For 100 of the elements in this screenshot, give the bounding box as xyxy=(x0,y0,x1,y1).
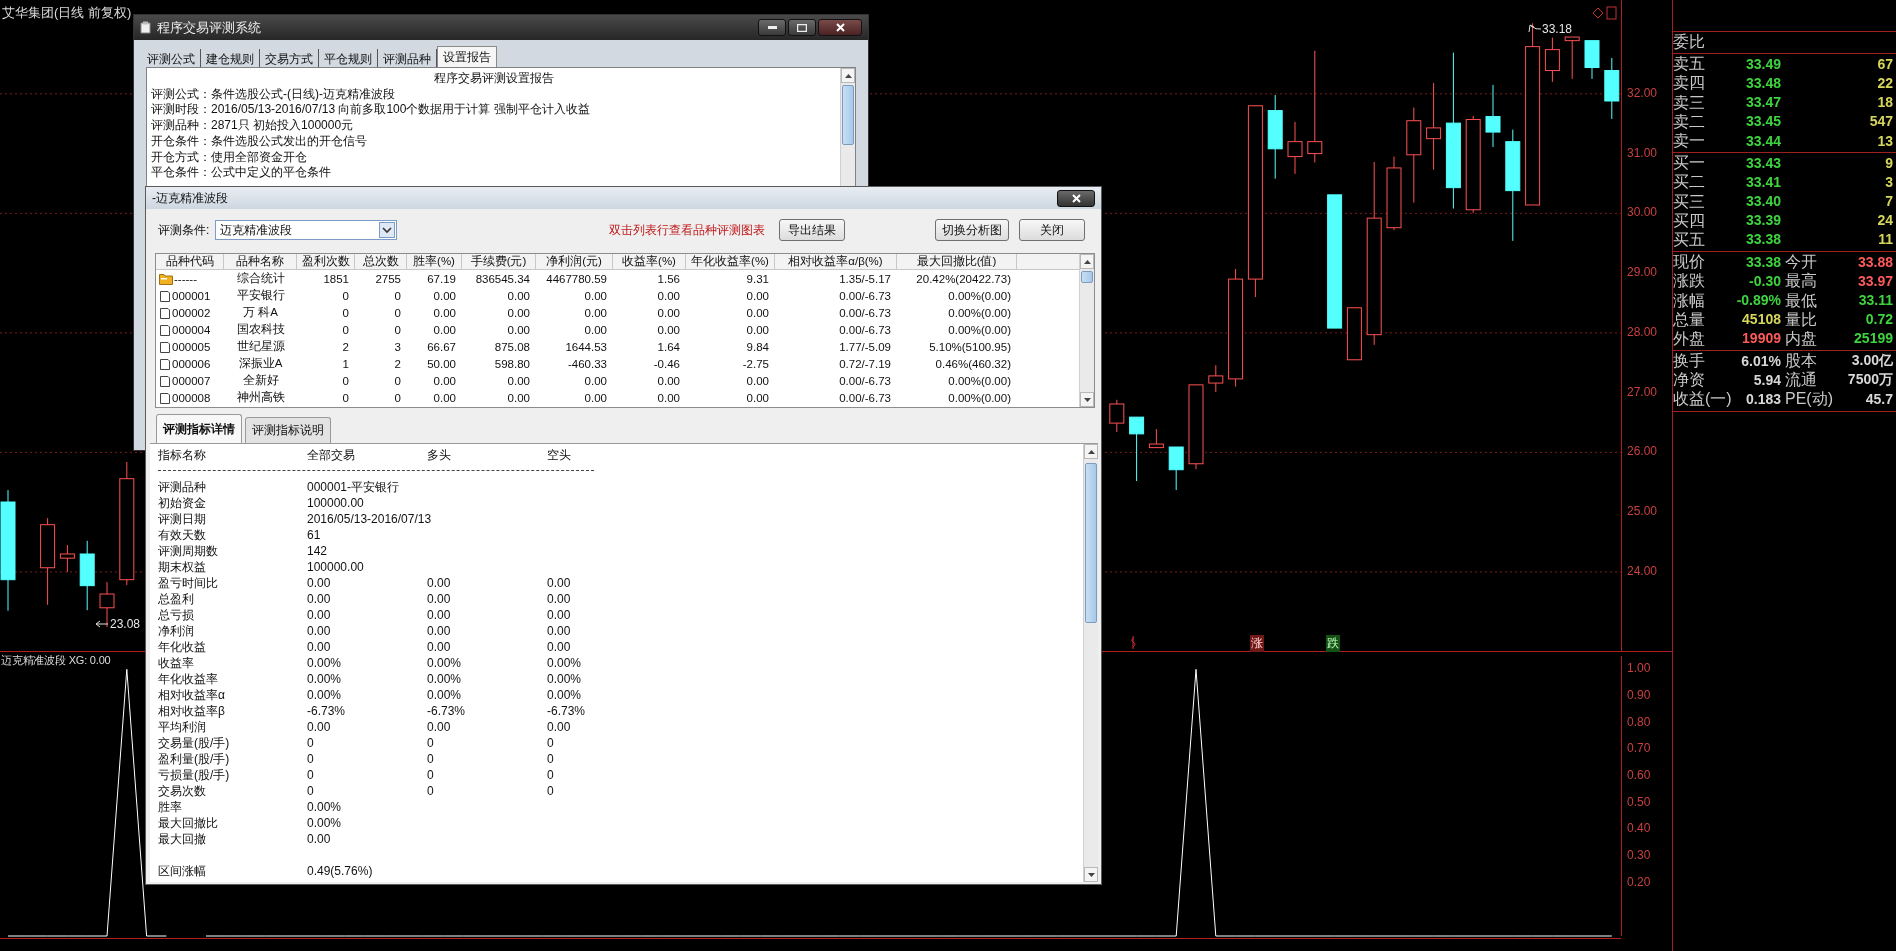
metric-value: 0 xyxy=(427,735,435,751)
scroll-up-button[interactable] xyxy=(1084,444,1098,459)
indicator-axis-label: 0.20 xyxy=(1627,874,1651,889)
dialog-button[interactable]: 关闭 xyxy=(1019,219,1085,241)
order-price: 33.43 xyxy=(1744,154,1781,171)
table-cell-text: 0.00 xyxy=(506,289,531,302)
order-level-label: 卖一 xyxy=(1673,131,1706,151)
tab[interactable]: 评测指标详情 xyxy=(156,414,242,443)
metric-name: 交易次数 xyxy=(158,783,207,799)
price-axis-label: 25.00 xyxy=(1627,504,1658,519)
scroll-down-button[interactable] xyxy=(1084,867,1098,882)
metric-value: 0 xyxy=(547,767,555,783)
metric-value: 0 xyxy=(427,783,435,799)
scrollbar[interactable] xyxy=(1083,444,1098,882)
price-axis-label: 29.00 xyxy=(1627,265,1658,280)
table-cell-text: 全新好 xyxy=(241,373,280,388)
close-icon xyxy=(835,23,845,32)
quote-value: 0.72 xyxy=(1864,311,1893,328)
table-cell-text: 67.19 xyxy=(426,272,457,285)
quote-label: 流通 xyxy=(1784,370,1818,390)
order-volume: 3 xyxy=(1884,173,1893,190)
table-cell-text: 1.77/-5.09 xyxy=(838,340,892,353)
scroll-down-button[interactable] xyxy=(1080,392,1094,407)
close-button[interactable] xyxy=(1057,189,1095,207)
scroll-thumb[interactable] xyxy=(1081,271,1093,283)
scroll-up-button[interactable] xyxy=(841,68,855,83)
quote-value: 33.38 xyxy=(1744,253,1781,270)
column-header[interactable]: 最大回撤比(值) xyxy=(897,254,1017,269)
condition-dropdown[interactable]: 迈克精准波段 xyxy=(215,220,398,240)
minimize-icon xyxy=(767,26,777,29)
minimize-button[interactable] xyxy=(758,19,786,36)
price-axis-label: 32.00 xyxy=(1627,85,1658,100)
quote-value: -0.30 xyxy=(1748,272,1781,289)
quote-value: 7500万 xyxy=(1846,370,1893,389)
order-price: 33.41 xyxy=(1744,173,1781,190)
metric-value: -6.73% xyxy=(307,703,347,719)
column-header[interactable]: 品种名称 xyxy=(224,254,297,269)
window-title: 程序交易评测系统 xyxy=(157,18,261,37)
column-header[interactable]: 净利润(元) xyxy=(536,254,613,269)
maximize-button[interactable] xyxy=(788,19,816,36)
order-level-label: 卖二 xyxy=(1673,111,1706,131)
candle xyxy=(59,544,75,573)
column-header[interactable]: 收益率(%) xyxy=(613,254,686,269)
quote-label: 最高 xyxy=(1784,271,1818,291)
up-arrow-icon xyxy=(1083,259,1091,264)
table-cell-text: 0 xyxy=(393,323,402,336)
table-cell-text: 0.00 xyxy=(745,289,770,302)
diamond-icon[interactable] xyxy=(1592,7,1604,19)
table-cell-text: 综合统计 xyxy=(235,271,286,286)
table-cell-text: 66.67 xyxy=(426,340,457,353)
column-header[interactable]: 相对收益率α/β(%) xyxy=(775,254,897,269)
table-cell-text: 0.00 xyxy=(745,306,770,319)
table-cell-text: 20.42%(20422.73) xyxy=(915,272,1012,285)
column-header[interactable]: 品种代码 xyxy=(156,254,224,269)
column-header: 指标名称 xyxy=(158,447,207,463)
table-cell-text: 1 xyxy=(341,357,350,370)
tab[interactable]: 评测指标说明 xyxy=(245,417,331,443)
scroll-thumb[interactable] xyxy=(842,85,854,145)
close-button[interactable] xyxy=(818,19,862,36)
column-header[interactable]: 总次数 xyxy=(355,254,407,269)
table-cell-text: 1851 xyxy=(322,272,350,285)
quote-label: 今开 xyxy=(1784,252,1818,272)
column-header[interactable]: 盈利次数 xyxy=(297,254,355,269)
report-title: 程序交易评测设置报告 xyxy=(433,71,554,87)
metric-value: -6.73% xyxy=(427,703,467,719)
metric-name: 净利润 xyxy=(158,623,195,639)
table-cell-text: 0 xyxy=(393,306,402,319)
column-header[interactable]: 胜率(%) xyxy=(407,254,462,269)
dialog-button[interactable]: 切换分析图 xyxy=(935,219,1009,241)
scroll-thumb[interactable] xyxy=(1085,463,1097,623)
indicator-title: 迈克精准波段 XG: 0.00 xyxy=(1,653,111,668)
column-header[interactable]: 手续费(元) xyxy=(462,254,536,269)
metric-value: 0.00% xyxy=(307,655,343,671)
metric-value: 0.00% xyxy=(307,671,343,687)
table-cell-text: 0.00%(0.00) xyxy=(947,374,1012,387)
table-cell-text: 9.31 xyxy=(745,272,770,285)
price-axis-label: 24.00 xyxy=(1627,563,1658,578)
metric-name: 年化收益率 xyxy=(158,671,219,687)
metric-value: 0 xyxy=(547,735,555,751)
table-cell-text: 万 科A xyxy=(242,305,279,320)
order-price: 33.48 xyxy=(1744,74,1781,91)
indicator-axis-label: 0.70 xyxy=(1627,741,1651,756)
order-level-label: 买二 xyxy=(1673,172,1706,192)
table-cell-text: 0.00 xyxy=(432,391,457,404)
dialog-button[interactable]: 导出结果 xyxy=(779,219,845,241)
tab[interactable]: 设置报告 xyxy=(437,46,497,67)
table-cell-text: 2755 xyxy=(374,272,402,285)
metric-name: 初始资金 xyxy=(158,495,207,511)
field-label: 评测条件: xyxy=(158,221,210,239)
candle xyxy=(1109,399,1125,433)
scroll-up-button[interactable] xyxy=(1080,254,1094,269)
scrollbar[interactable] xyxy=(1079,254,1094,407)
table-cell-text: 3 xyxy=(393,340,402,353)
table-cell-text: 0.00 xyxy=(745,374,770,387)
table-cell-text: 深振业A xyxy=(237,356,284,371)
candle xyxy=(1584,40,1600,80)
quote-label: 换手 xyxy=(1673,351,1706,371)
column-header[interactable]: 年化收益率(%) xyxy=(686,254,775,269)
metric-value: 0.00 xyxy=(547,591,572,607)
candle xyxy=(1485,84,1501,148)
